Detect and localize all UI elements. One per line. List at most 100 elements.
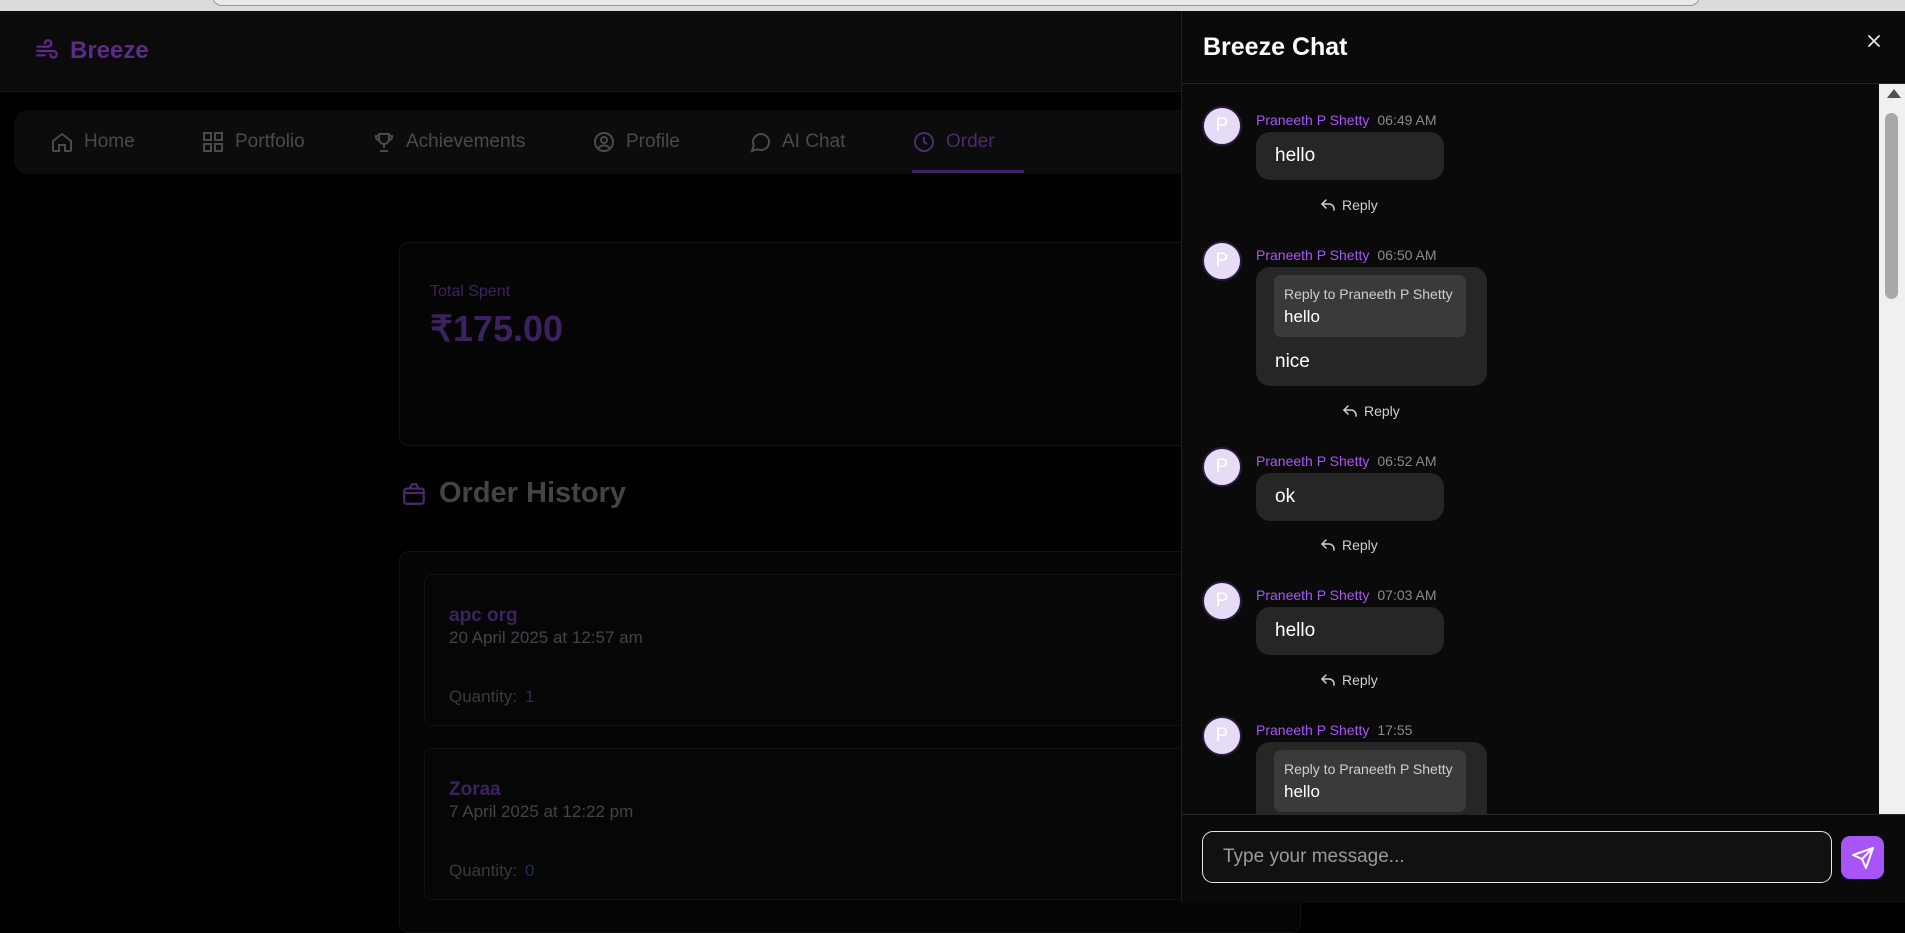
order-date: 7 April 2025 at 12:22 pm: [449, 802, 634, 821]
trophy-icon: [374, 133, 394, 152]
message-bubble: Reply to Praneeth P Shetty hello: [1256, 742, 1487, 814]
message-bubble: ok: [1256, 473, 1444, 521]
message-text: nice: [1275, 351, 1310, 372]
nav-label-ai-chat: AI Chat: [782, 131, 846, 152]
message-meta: Praneeth P Shetty 06:49 AM: [1256, 112, 1437, 128]
avatar: P: [1202, 581, 1242, 621]
order-name: Zoraa: [449, 779, 501, 800]
total-spent-value: ₹175.00: [430, 308, 564, 349]
brand-name: Breeze: [70, 37, 149, 64]
send-button[interactable]: [1841, 836, 1884, 879]
message-time: 06:52 AM: [1377, 453, 1437, 469]
message-meta: Praneeth P Shetty 06:50 AM: [1256, 247, 1437, 263]
nav-label-portfolio: Portfolio: [235, 131, 305, 152]
nav-item-home[interactable]: Home: [50, 130, 135, 154]
reply-label: Reply: [1364, 403, 1400, 419]
nav-active-indicator: [912, 170, 1024, 173]
reply-arrow-icon: [1342, 405, 1357, 417]
order-history-heading: Order History: [401, 477, 626, 510]
message-bubble: hello: [1256, 132, 1444, 180]
reply-label: Reply: [1342, 197, 1378, 213]
reply-button[interactable]: Reply: [1320, 672, 1378, 688]
nav-label-achievements: Achievements: [406, 131, 526, 152]
message-time: 17:55: [1377, 722, 1413, 738]
message-meta: Praneeth P Shetty 07:03 AM: [1256, 587, 1437, 603]
browser-top-bar: [0, 0, 1905, 11]
order-quantity: Quantity: 1: [449, 687, 535, 707]
message-time: 07:03 AM: [1377, 587, 1437, 603]
message-list[interactable]: P Praneeth P Shetty 06:49 AM hello Reply …: [1182, 84, 1879, 814]
quantity-value: 0: [525, 861, 535, 880]
close-icon: [1868, 35, 1880, 47]
order-list: apc org 20 April 2025 at 12:57 am Quanti…: [399, 551, 1301, 933]
reply-button[interactable]: Reply: [1342, 403, 1400, 419]
reply-button[interactable]: Reply: [1320, 197, 1378, 213]
reply-arrow-icon: [1320, 674, 1335, 686]
reply-button[interactable]: Reply: [1320, 537, 1378, 553]
nav-item-ai-chat[interactable]: AI Chat: [748, 130, 845, 154]
order-history-title: Order History: [439, 477, 626, 509]
nav-item-portfolio[interactable]: Portfolio: [201, 130, 305, 154]
message-composer: [1182, 814, 1905, 903]
nav-item-order[interactable]: Order: [912, 130, 995, 154]
message-author: Praneeth P Shetty: [1256, 453, 1370, 469]
quantity-value: 1: [525, 687, 535, 706]
message-text: ok: [1275, 486, 1296, 507]
user-circle-icon: [594, 132, 614, 152]
order-date: 20 April 2025 at 12:57 am: [449, 628, 643, 647]
nav-label-home: Home: [84, 131, 135, 152]
chat-panel: Breeze Chat P Praneeth P Shetty 06:49 AM …: [1181, 11, 1905, 903]
grid-icon: [203, 132, 223, 152]
message-meta: Praneeth P Shetty 17:55: [1256, 722, 1412, 738]
message-input[interactable]: [1202, 831, 1832, 883]
chat-bubble-icon: [750, 133, 771, 153]
nav-item-achievements[interactable]: Achievements: [372, 130, 525, 154]
wind-icon: [36, 39, 58, 59]
message-author: Praneeth P Shetty: [1256, 587, 1370, 603]
avatar: P: [1202, 447, 1242, 487]
avatar: P: [1202, 106, 1242, 146]
clock-icon: [914, 132, 934, 152]
order-name: apc org: [449, 605, 518, 626]
message-text: hello: [1275, 145, 1316, 166]
total-spent-label: Total Spent: [430, 283, 511, 300]
message-text: hello: [1275, 620, 1316, 641]
home-icon: [52, 132, 72, 152]
nav-label-profile: Profile: [626, 131, 680, 152]
avatar: P: [1202, 716, 1242, 756]
message-bubble: Reply to Praneeth P Shetty hello nice: [1256, 267, 1487, 386]
quoted-message: Reply to Praneeth P Shetty hello: [1274, 750, 1466, 812]
close-chat-button[interactable]: [1864, 31, 1884, 51]
message-bubble: hello: [1256, 607, 1444, 655]
message-time: 06:49 AM: [1377, 112, 1437, 128]
message-author: Praneeth P Shetty: [1256, 722, 1370, 738]
message-time: 06:50 AM: [1377, 247, 1437, 263]
avatar: P: [1202, 241, 1242, 281]
package-icon: [403, 482, 425, 505]
quoted-message: Reply to Praneeth P Shetty hello: [1274, 275, 1466, 337]
message-scrollbar[interactable]: [1879, 84, 1905, 814]
reply-label: Reply: [1342, 537, 1378, 553]
brand-logo[interactable]: Breeze: [34, 37, 149, 65]
total-spent-card: Total Spent ₹175.00: [399, 242, 1301, 446]
reply-arrow-icon: [1320, 199, 1335, 211]
scrollbar-thumb[interactable]: [1885, 113, 1898, 299]
nav-label-order: Order: [946, 131, 995, 152]
chat-title: Breeze Chat: [1203, 33, 1348, 61]
order-item[interactable]: apc org 20 April 2025 at 12:57 am Quanti…: [424, 574, 1296, 726]
browser-address-bar[interactable]: [212, 0, 1700, 6]
quoted-reply-label: Reply to Praneeth P Shetty: [1284, 286, 1453, 302]
nav-item-profile[interactable]: Profile: [592, 130, 680, 154]
quoted-text: hello: [1284, 782, 1320, 801]
chat-header: Breeze Chat: [1182, 11, 1905, 84]
message-author: Praneeth P Shetty: [1256, 112, 1370, 128]
order-item[interactable]: Zoraa 7 April 2025 at 12:22 pm Quantity:…: [424, 748, 1296, 900]
scroll-up-arrow-icon[interactable]: [1887, 89, 1901, 98]
send-icon: [1851, 846, 1874, 869]
quantity-label: Quantity:: [449, 861, 518, 880]
main-nav: Home Portfolio Achievements Profile AI C…: [14, 110, 1314, 174]
message-author: Praneeth P Shetty: [1256, 247, 1370, 263]
reply-arrow-icon: [1320, 539, 1335, 551]
quoted-reply-label: Reply to Praneeth P Shetty: [1284, 761, 1453, 777]
quantity-label: Quantity:: [449, 687, 518, 706]
